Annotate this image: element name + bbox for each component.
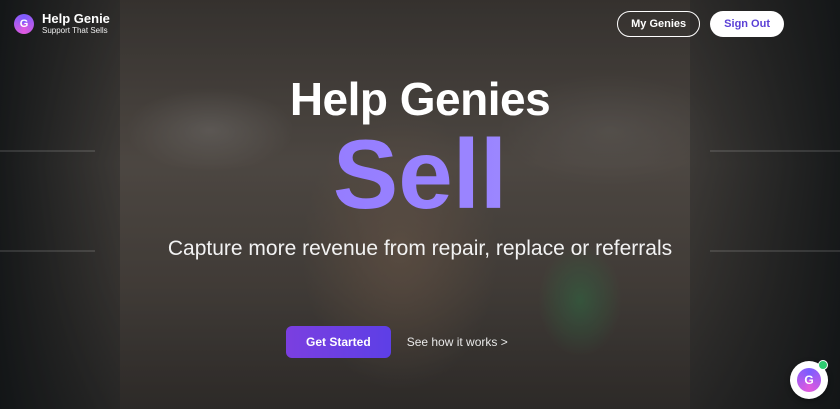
see-how-it-works-link[interactable]: See how it works > bbox=[407, 335, 508, 349]
hero-highlight-word: Sell bbox=[0, 125, 840, 223]
hero-subheadline: Capture more revenue from repair, replac… bbox=[167, 237, 673, 260]
chat-widget-button[interactable]: G bbox=[790, 360, 828, 399]
brand-logo-link[interactable]: G Help Genie Support That Sells bbox=[14, 12, 110, 35]
header-nav: My Genies Sign Out bbox=[617, 11, 784, 37]
get-started-button[interactable]: Get Started bbox=[286, 326, 391, 358]
cta-group: Get Started See how it works > bbox=[286, 326, 508, 358]
sign-out-button[interactable]: Sign Out bbox=[710, 11, 784, 37]
genie-logo-icon: G bbox=[797, 368, 821, 392]
my-genies-button[interactable]: My Genies bbox=[617, 11, 701, 37]
genie-logo-icon: G bbox=[14, 13, 34, 34]
hero-headline: Help Genies bbox=[289, 73, 551, 125]
brand-name: Help Genie bbox=[42, 11, 110, 26]
brand-tagline: Support That Sells bbox=[42, 26, 108, 35]
online-status-icon bbox=[818, 360, 828, 370]
